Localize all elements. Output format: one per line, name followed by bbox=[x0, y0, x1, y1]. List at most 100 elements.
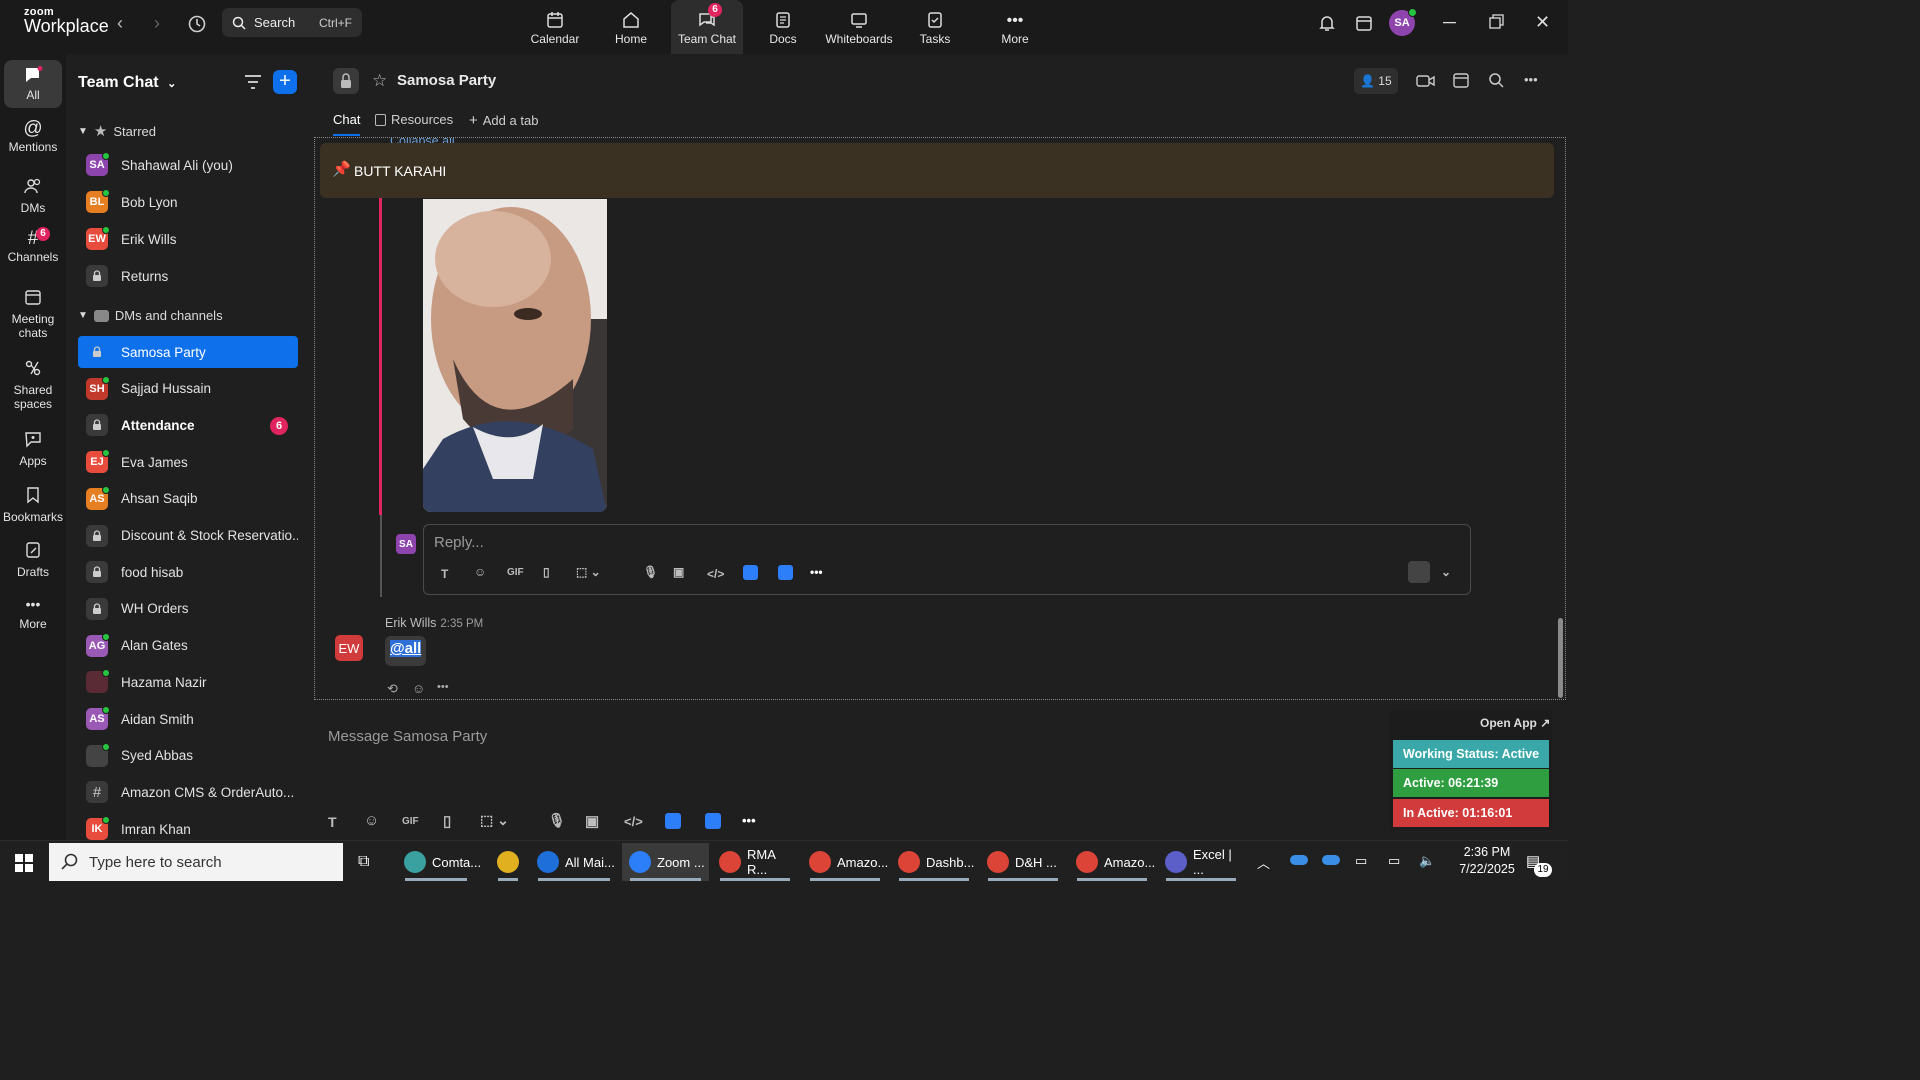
calendar-app-icon[interactable] bbox=[1355, 14, 1373, 37]
file-icon[interactable]: ▯ bbox=[543, 565, 550, 579]
tab-resources[interactable]: Resources bbox=[375, 112, 453, 127]
rail-apps[interactable]: Apps bbox=[0, 430, 66, 468]
windows-start-icon[interactable] bbox=[15, 854, 33, 877]
message-list[interactable]: Collapse all SA Reply... T ☺ GIF ▯ ⬚ ⌄ 🎙 bbox=[314, 137, 1566, 700]
more-tools-icon[interactable]: ••• bbox=[810, 565, 823, 579]
sidebar-item[interactable]: EW Erik Wills bbox=[78, 223, 298, 255]
taskbar-app[interactable]: Amazo... bbox=[1069, 843, 1155, 881]
new-chat-button[interactable]: + bbox=[273, 70, 297, 94]
message-author[interactable]: Erik Wills bbox=[385, 616, 436, 630]
taskbar-app[interactable]: Comta... bbox=[397, 843, 481, 881]
members-button[interactable]: 👤 15 bbox=[1354, 68, 1398, 94]
sidebar-item[interactable]: Samosa Party bbox=[78, 336, 298, 368]
favorite-star-icon[interactable]: ☆ bbox=[372, 71, 387, 91]
bell-icon[interactable] bbox=[1318, 14, 1336, 37]
forward-arrow-icon[interactable]: › bbox=[154, 13, 160, 34]
chevron-down-icon[interactable]: ⌄ bbox=[1441, 565, 1451, 579]
onedrive-icon[interactable] bbox=[1290, 855, 1308, 865]
video-message-icon[interactable]: ▣ bbox=[673, 565, 684, 579]
emoji-icon[interactable]: ☺ bbox=[474, 565, 486, 579]
taskbar-search[interactable]: Type here to search bbox=[49, 843, 343, 881]
close-icon[interactable]: ✕ bbox=[1535, 12, 1550, 33]
message-composer[interactable]: Message Samosa Party bbox=[328, 728, 487, 745]
text-format-icon[interactable]: T bbox=[328, 814, 337, 830]
sidebar-item[interactable]: food hisab bbox=[78, 556, 298, 588]
sidebar-item[interactable]: Attendance 6 bbox=[78, 409, 298, 441]
rail-more[interactable]: ••• More bbox=[0, 597, 66, 631]
sidebar-item[interactable]: AS Aidan Smith bbox=[78, 703, 298, 735]
history-icon[interactable] bbox=[187, 14, 207, 39]
code-icon[interactable]: </> bbox=[707, 567, 724, 581]
code-icon[interactable]: </> bbox=[624, 814, 643, 829]
text-format-icon[interactable]: T bbox=[441, 567, 448, 581]
file-icon[interactable]: ▯ bbox=[443, 812, 451, 830]
sidebar-title[interactable]: Team Chat ⌄ bbox=[78, 74, 176, 92]
network-icon[interactable]: ▭ bbox=[1388, 853, 1400, 869]
rail-all[interactable]: All bbox=[4, 60, 62, 108]
reply-thread-icon[interactable]: ⟲ bbox=[387, 681, 398, 697]
sidebar-item[interactable]: # Amazon CMS & OrderAuto... bbox=[78, 776, 298, 808]
message-more-icon[interactable]: ••• bbox=[437, 681, 449, 693]
search-box[interactable]: Search Ctrl+F bbox=[222, 8, 362, 37]
add-reaction-icon[interactable]: ☺ bbox=[412, 681, 425, 696]
nav-more[interactable]: ••• More bbox=[979, 0, 1051, 54]
sidebar-item[interactable]: EJ Eva James bbox=[78, 446, 298, 478]
task-view-icon[interactable]: ⧉ bbox=[358, 853, 369, 871]
app-icon-1[interactable] bbox=[743, 565, 758, 580]
nav-tasks[interactable]: Tasks bbox=[899, 0, 971, 54]
gif-button[interactable]: GIF bbox=[507, 567, 524, 578]
sidebar-item[interactable]: AG Alan Gates bbox=[78, 630, 298, 662]
dms-section[interactable]: ▼ DMs and channels bbox=[78, 308, 223, 323]
taskbar-app[interactable]: Excel | ... bbox=[1158, 843, 1244, 881]
video-message-icon[interactable]: ▣ bbox=[585, 812, 599, 830]
taskbar-app[interactable]: Zoom ... bbox=[622, 843, 709, 881]
taskbar-app[interactable]: D&H ... bbox=[980, 843, 1066, 881]
sidebar-item[interactable]: SH Sajjad Hussain bbox=[78, 373, 298, 405]
search-icon[interactable] bbox=[1488, 72, 1504, 93]
clock[interactable]: 2:36 PM 7/22/2025 bbox=[1452, 844, 1522, 878]
nav-home[interactable]: Home bbox=[595, 0, 667, 54]
taskbar-app[interactable]: All Mai... bbox=[530, 843, 618, 881]
video-icon[interactable] bbox=[1416, 74, 1436, 93]
send-button[interactable] bbox=[1408, 561, 1430, 583]
minimize-icon[interactable]: ─ bbox=[1443, 12, 1456, 33]
gif-button[interactable]: GIF bbox=[402, 816, 419, 827]
scrollbar[interactable] bbox=[1558, 618, 1563, 698]
sidebar-item[interactable]: BL Bob Lyon bbox=[78, 186, 298, 218]
rail-bookmarks[interactable]: Bookmarks bbox=[0, 486, 66, 524]
sidebar-item[interactable]: Syed Abbas bbox=[78, 740, 298, 772]
mic-icon[interactable]: 🎙 bbox=[548, 812, 566, 829]
app-icon-1[interactable] bbox=[665, 813, 681, 829]
sidebar-item[interactable]: AS Ahsan Saqib bbox=[78, 483, 298, 515]
schedule-icon[interactable] bbox=[1452, 71, 1470, 94]
pinned-message-bar[interactable]: 📌 BUTT KARAHI bbox=[320, 143, 1554, 198]
taskbar-app[interactable] bbox=[490, 843, 526, 881]
nav-team-chat[interactable]: Team Chat 6 bbox=[671, 0, 743, 54]
message-avatar[interactable]: EW bbox=[335, 635, 363, 661]
filter-icon[interactable] bbox=[244, 74, 262, 95]
taskbar-app[interactable]: RMA R... bbox=[712, 843, 798, 881]
more-tools-icon[interactable]: ••• bbox=[742, 813, 756, 828]
screenshot-icon[interactable]: ⬚ ⌄ bbox=[576, 565, 601, 579]
more-options-icon[interactable]: ••• bbox=[1524, 72, 1538, 87]
mic-icon[interactable]: 🎙 bbox=[643, 565, 658, 579]
app-icon-2[interactable] bbox=[705, 813, 721, 829]
starred-section[interactable]: ▼ ★ Starred bbox=[78, 122, 156, 140]
reply-box[interactable]: Reply... T ☺ GIF ▯ ⬚ ⌄ 🎙 ▣ </> ••• ⌄ bbox=[423, 524, 1471, 595]
battery-icon[interactable]: ▭ bbox=[1355, 853, 1367, 869]
screenshot-icon[interactable]: ⬚ ⌄ bbox=[480, 812, 509, 829]
emoji-icon[interactable]: ☺ bbox=[364, 812, 379, 829]
sidebar-item[interactable]: Discount & Stock Reservatio... bbox=[78, 520, 298, 552]
app-icon-2[interactable] bbox=[778, 565, 793, 580]
sidebar-item[interactable]: SA Shahawal Ali (you) bbox=[78, 149, 298, 181]
channel-title[interactable]: Samosa Party bbox=[397, 72, 496, 89]
tab-chat[interactable]: Chat bbox=[333, 112, 361, 136]
taskbar-app[interactable]: Amazo... bbox=[802, 843, 888, 881]
message-photo[interactable] bbox=[423, 199, 607, 512]
rail-dms[interactable]: DMs bbox=[0, 177, 66, 215]
open-app-link[interactable]: Open App ↗ bbox=[1480, 716, 1550, 730]
rail-meeting-chats[interactable]: Meeting chats bbox=[0, 288, 66, 340]
rail-mentions[interactable]: @ Mentions bbox=[0, 119, 66, 154]
volume-icon[interactable]: 🔈 bbox=[1419, 853, 1435, 869]
sidebar-item[interactable]: Hazama Nazir bbox=[78, 666, 298, 698]
